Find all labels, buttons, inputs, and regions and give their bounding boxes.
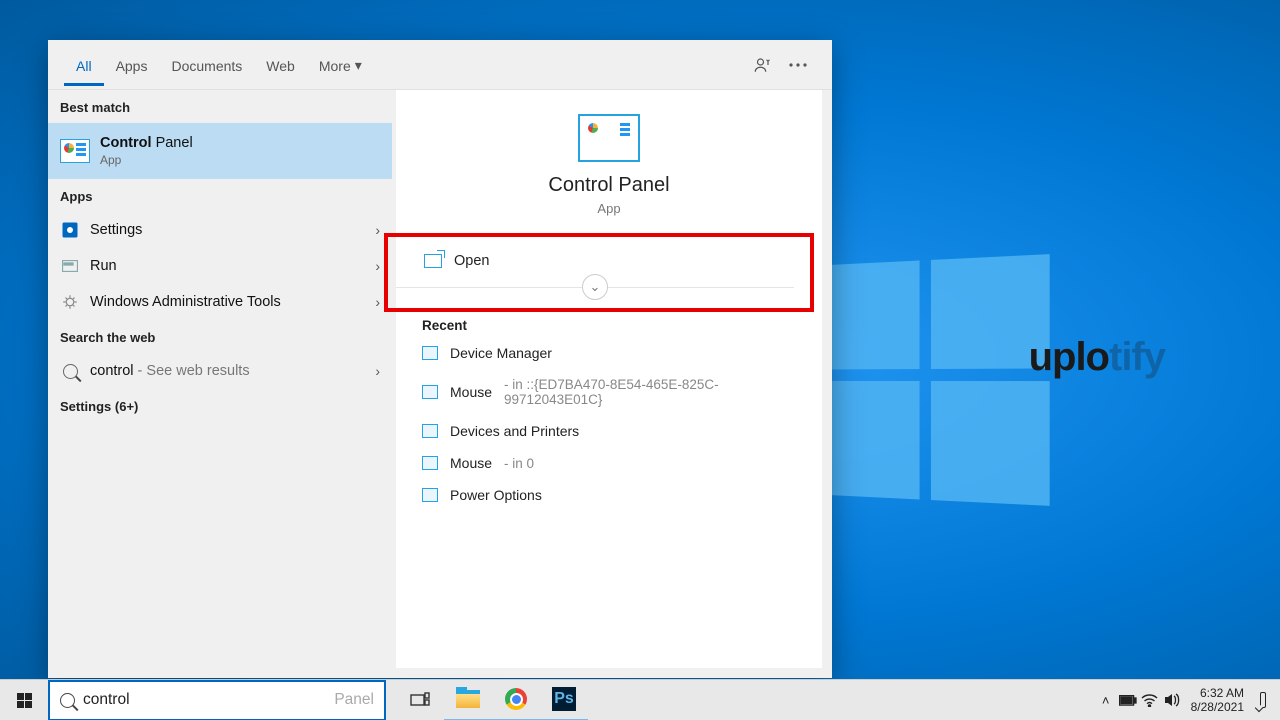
control-panel-icon [60,136,90,166]
web-suffix: - See web results [134,363,250,379]
clock-time: 6:32 AM [1191,686,1244,700]
search-icon [60,693,75,708]
control-panel-item-icon [422,346,438,360]
best-match-title-rest: Panel [152,135,193,151]
caret-down-icon: ▾ [355,57,362,74]
chrome-icon [505,688,527,710]
tab-apps[interactable]: Apps [104,44,160,86]
web-query: control [90,363,134,379]
recent-header: Recent [404,312,814,337]
windows-logo-wallpaper [821,254,1050,506]
result-run-label: Run [90,258,117,274]
recent-label: Devices and Printers [450,423,579,439]
section-apps: Apps [48,179,392,212]
best-match-subtitle: App [100,153,193,167]
search-icon [60,361,80,381]
recent-item[interactable]: Mouse - in 0 [404,447,814,479]
control-panel-item-icon [422,456,438,470]
result-settings[interactable]: Settings › [48,212,392,248]
watermark-faded: tify [1109,335,1165,379]
admin-tools-icon [60,292,80,312]
control-panel-item-icon [422,385,438,399]
chevron-right-icon: › [375,222,380,238]
settings-icon [60,220,80,240]
photoshop-icon: Ps [552,687,576,711]
tab-web[interactable]: Web [254,44,307,86]
detail-subtitle: App [404,201,814,216]
windows-start-icon [17,693,32,708]
start-search-panel: All Apps Documents Web More ▾ Best match… [48,40,832,678]
file-explorer-icon [456,690,480,708]
profile-icon[interactable] [744,47,780,83]
best-match-title-bold: Control [100,135,152,151]
result-admin-tools-label: Windows Administrative Tools [90,294,281,310]
watermark-text: uplo [1029,335,1109,379]
recent-suffix: - in ::{ED7BA470-8E54-465E-825C-99712043… [504,377,796,407]
chevron-right-icon: › [375,258,380,274]
file-explorer-button[interactable] [444,680,492,720]
taskbar-search-box[interactable]: Panel [48,680,386,720]
system-tray: ˄ 6:32 AM 8/28/2021 [1095,680,1280,720]
detail-column: Control Panel App Open ⌄ Recent Device M… [396,90,822,668]
search-input[interactable] [83,691,332,709]
run-icon [60,256,80,276]
recent-item[interactable]: Device Manager [404,337,814,369]
taskbar: Panel Ps ˄ 6:32 AM 8/28/2021 [0,679,1280,720]
wifi-icon[interactable] [1139,680,1161,720]
expand-actions-button[interactable]: ⌄ [582,274,608,300]
tab-more-label: More [319,58,351,74]
open-label: Open [454,253,489,269]
results-column: Best match Control Panel App Apps Settin… [48,90,392,678]
recent-suffix: - in 0 [504,456,534,471]
search-tabs: All Apps Documents Web More ▾ [48,40,832,90]
more-options-icon[interactable] [780,47,816,83]
section-best-match: Best match [48,90,392,123]
start-button[interactable] [0,680,48,720]
search-autocomplete-ghost: Panel [334,691,374,709]
best-match-control-panel[interactable]: Control Panel App [48,123,392,179]
open-icon [424,254,442,268]
action-center-button[interactable] [1252,680,1274,720]
clock[interactable]: 6:32 AM 8/28/2021 [1183,686,1252,714]
section-settings-count[interactable]: Settings (6+) [48,389,392,422]
volume-icon[interactable] [1161,680,1183,720]
battery-icon[interactable] [1117,680,1139,720]
section-search-web: Search the web [48,320,392,353]
chevron-right-icon: › [375,294,380,310]
open-action-highlight: Open ⌄ [384,233,814,312]
notification-icon [1260,692,1266,708]
result-settings-label: Settings [90,222,142,238]
tab-documents[interactable]: Documents [159,44,254,86]
chrome-button[interactable] [492,680,540,720]
chevron-right-icon: › [375,363,380,379]
clock-date: 8/28/2021 [1191,700,1244,714]
result-run[interactable]: Run › [48,248,392,284]
recent-label: Mouse [450,384,492,400]
recent-item[interactable]: Power Options [404,479,814,511]
tray-overflow-button[interactable]: ˄ [1095,680,1117,720]
control-panel-item-icon [422,424,438,438]
recent-item[interactable]: Mouse - in ::{ED7BA470-8E54-465E-825C-99… [404,369,814,415]
watermark: uplotify [1029,335,1165,380]
control-panel-item-icon [422,488,438,502]
tab-all[interactable]: All [64,44,104,86]
detail-title: Control Panel [404,174,814,197]
result-admin-tools[interactable]: Windows Administrative Tools › [48,284,392,320]
result-web-search[interactable]: control - See web results › [48,353,392,389]
recent-label: Power Options [450,487,542,503]
recent-label: Device Manager [450,345,552,361]
recent-label: Mouse [450,455,492,471]
photoshop-button[interactable]: Ps [540,680,588,720]
tab-more[interactable]: More ▾ [307,43,374,86]
taskview-icon [410,692,430,708]
taskview-button[interactable] [396,680,444,720]
detail-control-panel-icon [578,114,640,162]
recent-item[interactable]: Devices and Printers [404,415,814,447]
